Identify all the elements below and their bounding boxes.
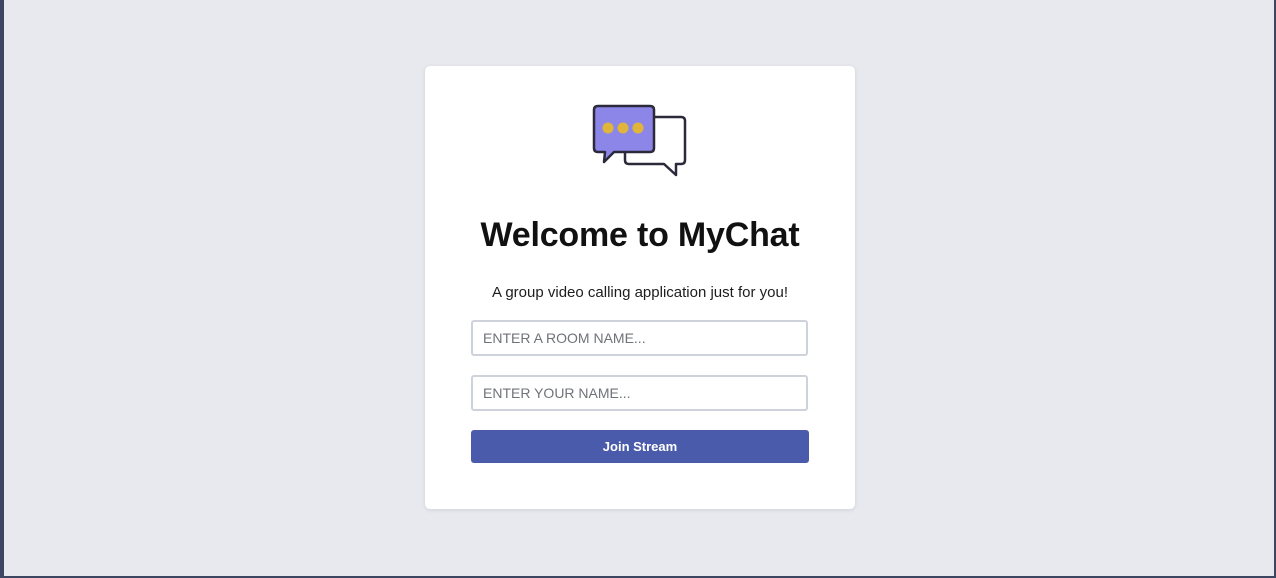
join-stream-button[interactable]: Join Stream bbox=[471, 430, 809, 463]
typing-dot bbox=[617, 122, 629, 134]
page-subtitle: A group video calling application just f… bbox=[491, 284, 788, 301]
page-title: Welcome to MyChat bbox=[480, 216, 800, 254]
typing-dot bbox=[632, 122, 644, 134]
room-name-input[interactable] bbox=[471, 320, 808, 356]
your-name-input[interactable] bbox=[471, 375, 808, 411]
welcome-card: Welcome to MyChat A group video calling … bbox=[425, 66, 855, 509]
typing-dot bbox=[602, 122, 614, 134]
page-background: Welcome to MyChat A group video calling … bbox=[4, 0, 1274, 576]
chat-bubbles-icon bbox=[592, 104, 687, 177]
